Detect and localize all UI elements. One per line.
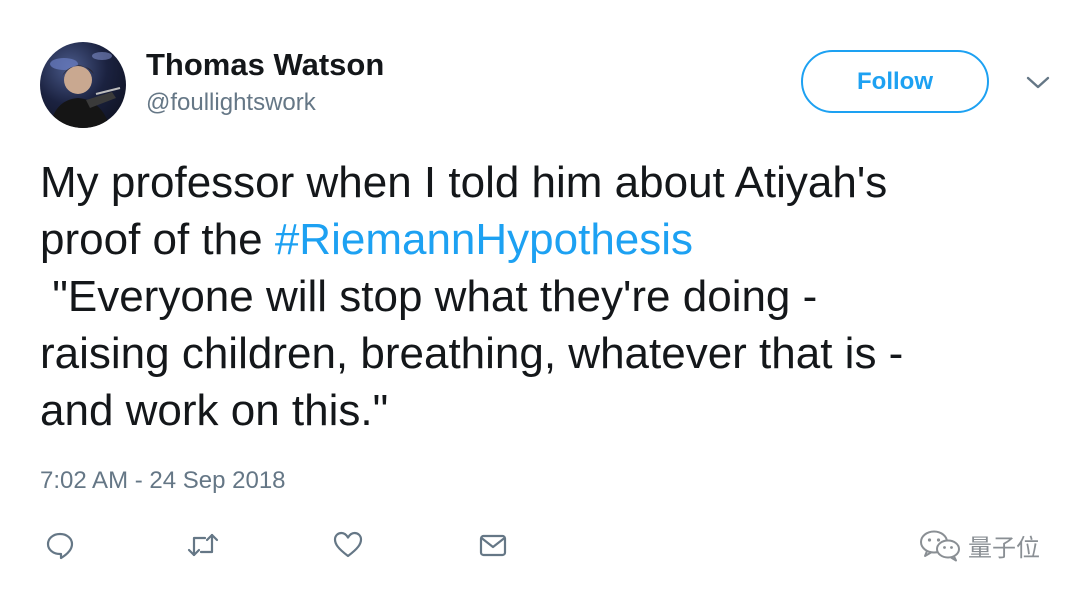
reply-button[interactable] <box>43 528 77 562</box>
watermark: 量子位 <box>918 528 1040 562</box>
reply-icon <box>46 532 74 560</box>
direct-message-button[interactable] <box>476 528 510 562</box>
watermark-text: 量子位 <box>968 533 1040 562</box>
author-handle[interactable]: @foullightswork <box>146 88 316 118</box>
wechat-icon <box>920 530 960 562</box>
profile-photo-icon <box>50 52 121 128</box>
tweet-text-segment: proof of the <box>40 215 275 264</box>
envelope-icon <box>479 534 507 557</box>
retweet-button[interactable] <box>186 528 220 562</box>
heart-icon <box>333 531 363 558</box>
avatar[interactable] <box>40 42 126 128</box>
chevron-down-icon <box>1026 76 1050 89</box>
tweet-text-line: My professor when I told him about Atiya… <box>40 158 888 207</box>
tweet-timestamp[interactable]: 7:02 AM - 24 Sep 2018 <box>40 466 286 496</box>
more-options-button[interactable] <box>1024 74 1052 92</box>
follow-button[interactable]: Follow <box>801 50 989 113</box>
tweet-text-line: and work on this." <box>40 386 389 435</box>
author-name[interactable]: Thomas Watson <box>146 46 384 84</box>
tweet-text: My professor when I told him about Atiya… <box>40 154 1060 439</box>
hashtag-link[interactable]: #RiemannHypothesis <box>275 215 693 264</box>
retweet-icon <box>187 533 219 557</box>
tweet-text-line: raising children, breathing, whatever th… <box>40 329 904 378</box>
tweet-text-line: proof of the #RiemannHypothesis <box>40 211 1060 268</box>
tweet-text-line: "Everyone will stop what they're doing - <box>40 272 818 321</box>
like-button[interactable] <box>331 528 365 562</box>
